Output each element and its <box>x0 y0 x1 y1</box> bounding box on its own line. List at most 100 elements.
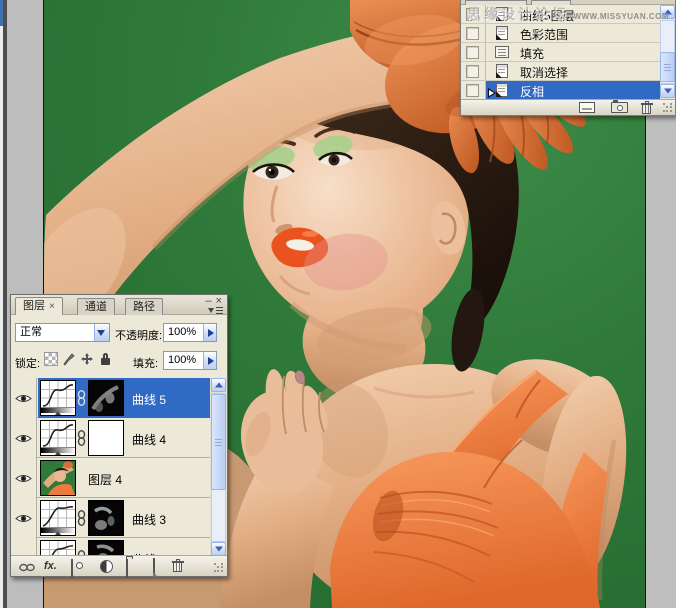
tab-close-icon[interactable]: × <box>49 301 55 312</box>
link-layers-icon[interactable] <box>19 563 36 572</box>
history-source-well[interactable] <box>466 27 479 40</box>
layers-panel-tabbar: 图层 × 通道 路径 – × <box>11 295 227 315</box>
panel-resize-grip[interactable] <box>214 563 224 573</box>
lock-fill-row: 锁定: 填充: 100% <box>11 351 227 373</box>
history-state-icon <box>488 83 508 98</box>
history-states-list: 曲线5图层 色彩范围 填充 取消选择 反相 <box>461 5 660 100</box>
visibility-toggle[interactable] <box>11 418 37 458</box>
blend-opacity-row: 正常 不透明度: 100% <box>11 323 227 345</box>
opacity-value: 100% <box>168 326 197 338</box>
layer-mask-thumbnail[interactable] <box>88 500 124 536</box>
layers-panel-footer: fx. <box>11 555 227 578</box>
tab-layers[interactable]: 图层 × <box>15 297 63 315</box>
tab-channels[interactable]: 通道 <box>77 298 115 315</box>
history-state-label: 曲线5图层 <box>520 9 575 23</box>
chevron-up-icon <box>214 379 223 388</box>
photoshop-workspace: 曲线5图层 色彩范围 填充 取消选择 反相 思缘设计论坛 WWW.MISSYUA… <box>0 0 676 608</box>
layers-list: 曲线 5 曲线 4 图层 4 曲线 3 <box>11 378 227 557</box>
adjustment-layer-icon[interactable] <box>100 560 113 573</box>
layers-panel: 图层 × 通道 路径 – × 正常 不透明度: 100% 锁定: 填充: 100… <box>10 294 228 578</box>
history-scroll-down-button[interactable] <box>660 84 675 98</box>
lock-label: 锁定: <box>15 358 41 370</box>
photo-layer-thumbnail[interactable] <box>40 460 76 496</box>
panel-menu-icon[interactable] <box>208 306 224 315</box>
history-state-row[interactable]: 曲线5图层 <box>461 5 660 24</box>
history-source-well[interactable] <box>466 84 479 97</box>
layer-row-curves4[interactable]: 曲线 4 <box>11 418 210 458</box>
delete-layer-icon[interactable] <box>172 559 184 573</box>
chevron-down-icon <box>97 330 105 340</box>
visibility-toggle[interactable] <box>11 378 37 418</box>
history-state-row[interactable]: 填充 <box>461 43 660 62</box>
new-document-from-state-button[interactable] <box>579 102 595 113</box>
layer-style-icon[interactable]: fx. <box>44 560 57 573</box>
history-state-label: 色彩范围 <box>520 28 569 42</box>
blend-mode-value: 正常 <box>20 326 42 338</box>
dropdown-button[interactable] <box>94 324 109 341</box>
curves-adjustment-thumbnail[interactable] <box>40 500 76 536</box>
history-state-icon <box>496 64 508 78</box>
current-state-triangle-icon <box>488 88 501 98</box>
link-mask-icon[interactable] <box>77 430 86 446</box>
chevron-up-icon <box>663 6 672 15</box>
curves-adjustment-thumbnail[interactable] <box>40 420 76 456</box>
history-state-row-selected[interactable]: 反相 <box>461 81 660 100</box>
history-source-well[interactable] <box>466 65 479 78</box>
layers-scroll-up-button[interactable] <box>211 378 226 392</box>
history-state-label: 反相 <box>520 85 545 99</box>
eye-icon <box>15 514 32 522</box>
lock-position-icon[interactable] <box>80 352 94 366</box>
layers-scroll-down-button[interactable] <box>211 542 226 556</box>
link-mask-icon[interactable] <box>77 510 86 526</box>
history-scroll-up-button[interactable] <box>660 5 675 19</box>
layer-name: 曲线 3 <box>132 513 167 527</box>
eye-icon <box>15 434 32 442</box>
history-state-row[interactable]: 色彩范围 <box>461 24 660 43</box>
history-source-well[interactable] <box>466 46 479 59</box>
link-mask-icon[interactable] <box>77 390 86 406</box>
history-source-well[interactable] <box>466 8 479 21</box>
layers-scrollbar-thumb[interactable] <box>211 394 226 490</box>
blend-mode-select[interactable]: 正常 <box>15 323 110 342</box>
chevron-down-icon <box>663 88 672 97</box>
layer-mask-thumbnail[interactable] <box>88 420 124 456</box>
layer-name: 图层 4 <box>88 473 123 487</box>
history-state-icon <box>496 26 508 40</box>
history-panel: 曲线5图层 色彩范围 填充 取消选择 反相 思缘设计论坛 WWW.MISSYUA… <box>460 0 676 116</box>
history-scrollbar-thumb[interactable] <box>660 52 675 82</box>
eye-icon <box>15 394 32 402</box>
fill-slider-button[interactable] <box>203 352 216 369</box>
history-state-label: 取消选择 <box>520 66 569 80</box>
opacity-field[interactable]: 100% <box>163 323 217 342</box>
fill-label: 填充: <box>133 358 159 370</box>
layer-row-curves3[interactable]: 曲线 3 <box>11 498 210 538</box>
layer-name: 曲线 5 <box>132 393 167 407</box>
new-snapshot-button[interactable] <box>611 100 628 113</box>
opacity-slider-button[interactable] <box>203 324 216 341</box>
layer-row-curves5[interactable]: 曲线 5 <box>11 378 210 418</box>
history-state-label: 填充 <box>520 47 545 61</box>
fill-state-icon <box>495 46 509 58</box>
visibility-toggle[interactable] <box>11 458 37 498</box>
visibility-toggle[interactable] <box>11 498 37 538</box>
curves-adjustment-thumbnail[interactable] <box>40 380 76 416</box>
panel-resize-grip[interactable] <box>663 103 673 113</box>
new-group-icon[interactable] <box>126 556 133 578</box>
layer-name: 曲线 4 <box>132 433 167 447</box>
fill-field[interactable]: 100% <box>163 351 217 370</box>
history-state-row[interactable]: 取消选择 <box>461 62 660 81</box>
lock-pixels-brush-icon[interactable] <box>62 352 76 366</box>
add-layer-mask-icon[interactable] <box>71 559 83 578</box>
arrow-right-icon <box>208 357 218 365</box>
lock-transparency-icon[interactable] <box>44 352 58 366</box>
lock-all-icon[interactable] <box>99 352 113 366</box>
tab-paths[interactable]: 路径 <box>125 298 163 315</box>
fill-value: 100% <box>168 354 197 366</box>
new-layer-icon[interactable] <box>153 558 158 577</box>
history-state-icon <box>496 7 508 21</box>
arrow-right-icon <box>208 329 218 337</box>
layer-mask-thumbnail[interactable] <box>88 380 124 416</box>
eye-icon <box>15 474 32 482</box>
history-panel-footer <box>461 99 675 115</box>
layer-row-layer4[interactable]: 图层 4 <box>11 458 210 498</box>
